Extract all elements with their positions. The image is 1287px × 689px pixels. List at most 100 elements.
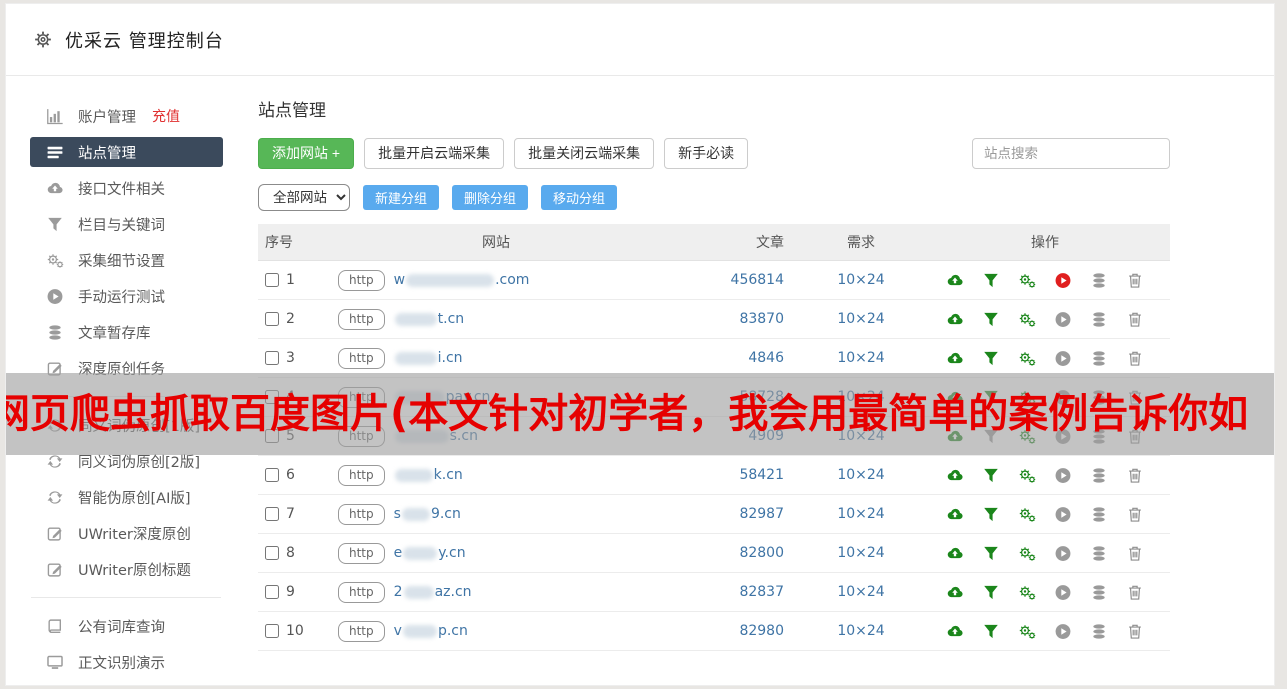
sidebar-item-5[interactable]: 手动运行测试 xyxy=(6,278,246,314)
sidebar-item-0[interactable]: 账户管理 充值 xyxy=(6,98,246,134)
settings-icon[interactable] xyxy=(1018,389,1036,406)
sidebar-item-8[interactable]: 同义词伪原创[1版] xyxy=(6,407,246,443)
sidebar-item-6[interactable]: 文章暂存库 xyxy=(6,314,246,350)
run-icon[interactable] xyxy=(1054,506,1072,523)
recharge-link[interactable]: 充值 xyxy=(152,106,180,126)
filter-icon[interactable] xyxy=(982,545,1000,562)
http-chip[interactable]: http xyxy=(338,620,385,642)
run-icon[interactable] xyxy=(1054,623,1072,640)
filter-icon[interactable] xyxy=(982,428,1000,445)
row-checkbox[interactable] xyxy=(265,390,279,404)
site-domain-link[interactable]: pay.cn xyxy=(394,389,490,405)
storage-icon[interactable] xyxy=(1090,389,1108,406)
storage-icon[interactable] xyxy=(1090,467,1108,484)
http-chip[interactable]: http xyxy=(338,308,385,330)
sidebar-item-4[interactable]: 采集细节设置 xyxy=(6,242,246,278)
sidebar-item-2[interactable]: 接口文件相关 xyxy=(6,170,246,206)
settings-icon[interactable] xyxy=(1018,311,1036,328)
settings-icon[interactable] xyxy=(1018,545,1036,562)
sidebar-item-9[interactable]: 同义词伪原创[2版] xyxy=(6,443,246,479)
upload-icon[interactable] xyxy=(946,272,964,289)
upload-icon[interactable] xyxy=(946,545,964,562)
settings-icon[interactable] xyxy=(1018,272,1036,289)
batch-open-collect-button[interactable]: 批量开启云端采集 xyxy=(364,137,505,169)
site-domain-link[interactable]: w .com xyxy=(394,272,530,288)
row-checkbox[interactable] xyxy=(265,429,279,443)
http-chip[interactable]: http xyxy=(338,425,385,447)
settings-icon[interactable] xyxy=(1018,350,1036,367)
beginner-guide-button[interactable]: 新手必读 xyxy=(664,137,749,169)
sidebar-item-10[interactable]: 智能伪原创[AI版] xyxy=(6,479,246,515)
row-checkbox[interactable] xyxy=(265,468,279,482)
storage-icon[interactable] xyxy=(1090,584,1108,601)
run-icon[interactable] xyxy=(1054,389,1072,406)
site-domain-link[interactable]: s 9.cn xyxy=(394,506,461,522)
filter-icon[interactable] xyxy=(982,467,1000,484)
run-icon[interactable] xyxy=(1054,350,1072,367)
storage-icon[interactable] xyxy=(1090,623,1108,640)
upload-icon[interactable] xyxy=(946,350,964,367)
site-domain-link[interactable]: v p.cn xyxy=(394,623,468,639)
move-group-button[interactable]: 移动分组 xyxy=(541,185,618,210)
settings-icon[interactable] xyxy=(1018,428,1036,445)
delete-icon[interactable] xyxy=(1126,467,1144,484)
row-checkbox[interactable] xyxy=(265,312,279,326)
run-icon[interactable] xyxy=(1054,311,1072,328)
settings-icon[interactable] xyxy=(1018,584,1036,601)
run-icon[interactable] xyxy=(1054,467,1072,484)
http-chip[interactable]: http xyxy=(338,503,385,525)
site-domain-link[interactable]: t.cn xyxy=(394,311,464,327)
http-chip[interactable]: http xyxy=(338,269,385,291)
row-checkbox[interactable] xyxy=(265,507,279,521)
add-site-button[interactable]: 添加网站 + xyxy=(258,137,355,169)
run-icon[interactable] xyxy=(1054,545,1072,562)
upload-icon[interactable] xyxy=(946,467,964,484)
sidebar-item-7[interactable]: 深度原创任务 xyxy=(6,350,246,386)
filter-icon[interactable] xyxy=(982,584,1000,601)
http-chip[interactable]: http xyxy=(338,581,385,603)
storage-icon[interactable] xyxy=(1090,428,1108,445)
site-domain-link[interactable]: 2 az.cn xyxy=(394,584,472,600)
upload-icon[interactable] xyxy=(946,311,964,328)
storage-icon[interactable] xyxy=(1090,545,1108,562)
upload-icon[interactable] xyxy=(946,428,964,445)
delete-icon[interactable] xyxy=(1126,506,1144,523)
delete-icon[interactable] xyxy=(1126,311,1144,328)
sidebar-item-3[interactable]: 栏目与关键词 xyxy=(6,206,246,242)
filter-icon[interactable] xyxy=(982,623,1000,640)
run-icon[interactable] xyxy=(1054,428,1072,445)
filter-icon[interactable] xyxy=(982,506,1000,523)
filter-icon[interactable] xyxy=(982,389,1000,406)
storage-icon[interactable] xyxy=(1090,350,1108,367)
site-domain-link[interactable]: s.cn xyxy=(394,428,478,444)
storage-icon[interactable] xyxy=(1090,506,1108,523)
row-checkbox[interactable] xyxy=(265,273,279,287)
site-domain-link[interactable]: e y.cn xyxy=(394,545,466,561)
upload-icon[interactable] xyxy=(946,389,964,406)
site-search-input[interactable] xyxy=(972,137,1170,169)
run-icon[interactable] xyxy=(1054,584,1072,601)
settings-icon[interactable] xyxy=(1018,623,1036,640)
http-chip[interactable]: http xyxy=(338,347,385,369)
storage-icon[interactable] xyxy=(1090,272,1108,289)
row-checkbox[interactable] xyxy=(265,546,279,560)
row-checkbox[interactable] xyxy=(265,351,279,365)
http-chip[interactable]: http xyxy=(338,542,385,564)
delete-icon[interactable] xyxy=(1126,623,1144,640)
sidebar-item-14[interactable]: 正文识别演示 xyxy=(6,644,246,680)
upload-icon[interactable] xyxy=(946,506,964,523)
site-domain-link[interactable]: i.cn xyxy=(394,350,463,366)
group-select[interactable]: 全部网站 xyxy=(258,184,350,211)
http-chip[interactable]: http xyxy=(338,386,385,408)
settings-icon[interactable] xyxy=(1018,506,1036,523)
sidebar-item-11[interactable]: UWriter深度原创 xyxy=(6,515,246,551)
delete-icon[interactable] xyxy=(1126,545,1144,562)
upload-icon[interactable] xyxy=(946,584,964,601)
batch-close-collect-button[interactable]: 批量关闭云端采集 xyxy=(514,137,655,169)
delete-group-button[interactable]: 删除分组 xyxy=(452,185,529,210)
sidebar-item-12[interactable]: UWriter原创标题 xyxy=(6,551,246,587)
delete-icon[interactable] xyxy=(1126,272,1144,289)
run-icon[interactable] xyxy=(1054,272,1072,289)
delete-icon[interactable] xyxy=(1126,389,1144,406)
sidebar-item-13[interactable]: 公有词库查询 xyxy=(6,608,246,644)
